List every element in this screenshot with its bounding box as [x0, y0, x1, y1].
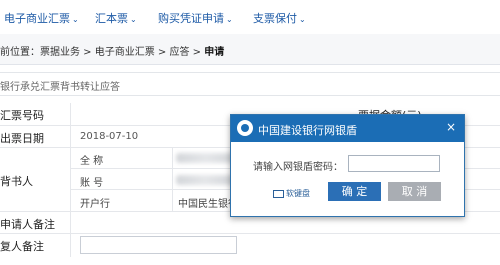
nav-item-ecommercial-bill[interactable]: 电子商业汇票 ⌄	[4, 10, 79, 26]
soft-keyboard-button[interactable]: 软键盘	[273, 188, 310, 199]
endorser-bank-value: 中国民生银行	[178, 199, 238, 210]
chevron-down-icon: ⌄	[72, 15, 79, 24]
responder-note-input[interactable]	[80, 236, 237, 254]
breadcrumb-current: 申请	[204, 47, 225, 58]
top-navigation: 电子商业汇票 ⌄ 汇本票 ⌄ 购买凭证申请 ⌄ 支票保付 ⌄	[0, 0, 500, 35]
responder-note-label: 复人备注	[0, 240, 44, 253]
nav-item-label: 购买凭证申请	[158, 12, 224, 25]
form-row-responder-note: 复人备注	[0, 233, 500, 257]
nav-item-label: 汇本票	[95, 12, 128, 25]
divider	[70, 125, 71, 147]
nav-item-label: 电子商业汇票	[4, 12, 70, 25]
ccb-logo-icon	[237, 120, 253, 136]
usbkey-password-dialog: 中国建设银行网银盾 × 请输入网银盾密码： 软键盘 确 定 取 消	[230, 114, 465, 217]
cancel-button[interactable]: 取 消	[388, 182, 441, 201]
divider	[70, 147, 71, 211]
section-header: 银行承兑汇票背书转让应答	[0, 72, 500, 96]
issue-date-label: 出票日期	[0, 132, 44, 145]
chevron-down-icon: ⌄	[299, 15, 306, 24]
endorser-name-label: 全 称	[80, 156, 104, 167]
divider	[70, 103, 71, 125]
divider	[70, 211, 71, 233]
nav-item-check-guarantee[interactable]: 支票保付 ⌄	[253, 10, 306, 26]
endorser-label: 背书人	[0, 175, 33, 188]
divider	[172, 147, 173, 211]
nav-item-label: 支票保付	[253, 12, 297, 25]
dialog-title: 中国建设银行网银盾	[258, 124, 357, 137]
breadcrumb-text: 前位置：票据业务 > 电子商业汇票 > 应答 > 申请	[0, 43, 224, 58]
divider	[70, 233, 71, 257]
issue-date-value: 2018-07-10	[80, 131, 139, 142]
redacted-account	[176, 175, 234, 185]
soft-keyboard-label: 软键盘	[286, 189, 310, 198]
redacted-name	[176, 153, 236, 163]
chevron-down-icon: ⌄	[130, 15, 137, 24]
chevron-down-icon: ⌄	[226, 15, 233, 24]
endorser-bank-label: 开户行	[80, 199, 110, 210]
breadcrumb: 前位置：票据业务 > 电子商业汇票 > 应答 > 申请	[0, 34, 500, 65]
nav-item-voucher-application[interactable]: 购买凭证申请 ⌄	[158, 10, 233, 26]
password-input[interactable]	[348, 155, 440, 172]
bill-number-label: 汇票号码	[0, 109, 44, 122]
confirm-button[interactable]: 确 定	[328, 182, 381, 201]
applicant-note-label: 申请人备注	[0, 218, 55, 231]
nav-item-bank-draft[interactable]: 汇本票 ⌄	[95, 10, 137, 26]
close-icon[interactable]: ×	[446, 120, 456, 134]
section-title: 银行承兑汇票背书转让应答	[0, 82, 120, 93]
breadcrumb-path: 前位置：票据业务 > 电子商业汇票 > 应答 >	[0, 47, 205, 58]
keyboard-icon	[273, 189, 284, 198]
password-label: 请输入网银盾密码：	[253, 162, 343, 173]
endorser-account-label: 账 号	[80, 178, 104, 189]
dialog-header: 中国建设银行网银盾 ×	[231, 115, 464, 142]
